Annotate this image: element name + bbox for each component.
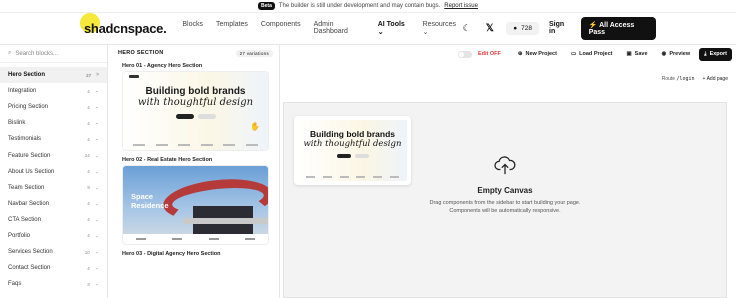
builder-area: ⌕ Search blocks... Hero Section 27 > Integ… — [0, 44, 736, 298]
cloud-upload-icon — [284, 155, 726, 180]
route-bar: Route /login + Add page — [281, 73, 736, 85]
folder-icon: ▭ — [570, 51, 577, 57]
report-issue-link[interactable]: Report issue — [444, 3, 478, 9]
grab-cursor-icon: ✋ — [250, 122, 260, 131]
chevron-down-icon: ⌄ — [94, 184, 99, 191]
plus-circle-icon: ⊕ — [517, 51, 523, 57]
category-list: Hero Section 27 > Integration 4 ⌄ Pricing Se… — [0, 63, 107, 292]
save-icon: ▣ — [626, 51, 632, 57]
empty-canvas-title: Empty Canvas — [477, 186, 533, 195]
canvas-dropzone[interactable]: Building bold brands with thoughtful des… — [283, 102, 727, 298]
sidebar-item-cta-section[interactable]: CTA Section 4 ⌄ — [0, 212, 107, 228]
panel-title: HERO SECTION — [118, 50, 164, 56]
chevron-down-icon: ⌄ — [377, 28, 384, 36]
chevron-down-icon: ⌄ — [94, 232, 99, 239]
sidebar-item-team-section[interactable]: Team Section 9 ⌄ — [0, 180, 107, 196]
route-indicator: Route /login — [661, 76, 695, 82]
nav-components[interactable]: Components — [261, 21, 301, 36]
chevron-down-icon: ⌄ — [94, 88, 99, 95]
logo-text: shadcnspace. — [84, 20, 167, 36]
sign-in-link[interactable]: Sign in — [549, 21, 571, 35]
nav-blocks[interactable]: Blocks — [182, 21, 203, 36]
block-title: Hero 01 - Agency Hero Section — [122, 63, 203, 69]
builder-toolbar: Edit OFF ⊕ New Project ▭ Load Project ▣ Sav… — [281, 45, 736, 63]
chevron-down-icon: ⌄ — [94, 168, 99, 175]
empty-canvas-description: Drag components from the sidebar to star… — [429, 200, 581, 214]
x-twitter-icon[interactable]: 𝕏 — [483, 21, 496, 35]
new-project-button[interactable]: ⊕ New Project — [513, 48, 562, 60]
sidebar-item-navbar-section[interactable]: Navbar Section 4 ⌄ — [0, 196, 107, 212]
sidebar-item-integration[interactable]: Integration 4 ⌄ — [0, 83, 107, 99]
block-title: Hero 03 - Digital Agency Hero Section — [122, 251, 221, 257]
chevron-right-icon: > — [96, 72, 99, 79]
block-preview-hero-01[interactable]: Building bold brands with thoughtful des… — [122, 71, 269, 151]
lightning-icon: ⚡ — [588, 21, 598, 29]
chevron-down-icon: ⌄ — [94, 104, 99, 111]
search-icon: ⌕ — [8, 50, 12, 56]
chevron-down-icon: ⌄ — [94, 120, 99, 127]
hero-02-thumbnail: Space Residence — [123, 166, 268, 244]
chevron-down-icon: ⌄ — [94, 216, 99, 223]
nav-templates[interactable]: Templates — [216, 21, 248, 36]
preview-button[interactable]: ◉ Preview — [657, 48, 696, 60]
chevron-down-icon: ⌄ — [94, 265, 99, 272]
sidebar-item-hero-section[interactable]: Hero Section 27 > — [0, 67, 107, 84]
github-count: 728 — [521, 24, 533, 32]
hero-01-thumbnail: Building bold brands with thoughtful des… — [123, 72, 268, 150]
sidebar-item-contact-section[interactable]: Contact Section 4 ⌄ — [0, 260, 107, 276]
search-bar[interactable]: ⌕ Search blocks... — [0, 45, 107, 63]
save-button[interactable]: ▣ Save — [621, 48, 652, 60]
sidebar-item-testimonials[interactable]: Testimonials 4 ⌄ — [0, 131, 107, 147]
block-title: Hero 02 - Real Estate Hero Section — [122, 157, 213, 163]
top-nav: shadcnspace. Blocks Templates Components… — [0, 12, 736, 43]
chevron-down-icon: ⌄ — [94, 136, 99, 143]
empty-state: Empty Canvas Drag components from the si… — [284, 155, 726, 215]
block-preview-hero-02[interactable]: Space Residence — [122, 165, 269, 245]
panel-header: HERO SECTION 27 variations — [112, 45, 279, 61]
variations-panel: HERO SECTION 27 variations Hero 01 - Age… — [112, 45, 280, 298]
thumbnail-logo — [129, 75, 139, 78]
download-icon: ⤓ — [704, 50, 707, 57]
variations-badge: 27 variations — [235, 49, 273, 57]
search-input[interactable]: Search blocks... — [15, 51, 58, 57]
chevron-down-icon: ⌄ — [422, 28, 429, 36]
chevron-down-icon: ⌄ — [94, 152, 99, 159]
github-icon: ● — [513, 24, 518, 32]
all-access-pass-button[interactable]: ⚡ All Access Pass — [580, 16, 656, 40]
sidebar-item-about-us-section[interactable]: About Us Section 4 ⌄ — [0, 164, 107, 180]
beta-banner: Beta The builder is still under developm… — [0, 0, 736, 13]
chevron-down-icon: ⌄ — [94, 200, 99, 207]
export-button[interactable]: ⤓ Export — [699, 47, 732, 61]
sidebar-item-faqs[interactable]: Faqs 3 ⌄ — [0, 276, 107, 292]
sidebar-item-feature-section[interactable]: Feature Section 24 ⌄ — [0, 147, 107, 163]
eye-icon: ◉ — [661, 51, 667, 57]
logo[interactable]: shadcnspace. — [80, 12, 167, 36]
github-button[interactable]: ● 728 — [506, 21, 540, 35]
nav-resources[interactable]: Resources ⌄ — [423, 21, 461, 36]
sidebar-item-services-section[interactable]: Services Section 10 ⌄ — [0, 244, 107, 260]
chevron-down-icon: ⌄ — [94, 249, 99, 256]
banner-message: The builder is still under development a… — [278, 3, 441, 9]
edit-toggle[interactable] — [457, 50, 472, 58]
beta-badge: Beta — [258, 2, 275, 10]
edit-status: Edit OFF — [477, 51, 501, 57]
blocks-sidebar: ⌕ Search blocks... Hero Section 27 > Integ… — [0, 45, 108, 298]
nav-links: Blocks Templates Components Admin Dashbo… — [182, 21, 460, 36]
sidebar-item-portfolio[interactable]: Portfolio 4 ⌄ — [0, 228, 107, 244]
theme-toggle-moon-icon[interactable]: ☾ — [460, 21, 473, 35]
nav-right: ☾ 𝕏 ● 728 Sign in ⚡ All Access Pass — [460, 16, 656, 40]
chevron-down-icon: ⌄ — [94, 281, 99, 288]
add-page-button[interactable]: + Add page — [703, 76, 728, 82]
nav-ai-tools[interactable]: AI Tools ⌄ — [378, 21, 410, 36]
sidebar-item-pricing-section[interactable]: Pricing Section 4 ⌄ — [0, 99, 107, 115]
sidebar-item-bislink[interactable]: Bislink 4 ⌄ — [0, 115, 107, 131]
nav-admin-dashboard[interactable]: Admin Dashboard — [314, 21, 365, 36]
load-project-button[interactable]: ▭ Load Project — [566, 48, 618, 60]
